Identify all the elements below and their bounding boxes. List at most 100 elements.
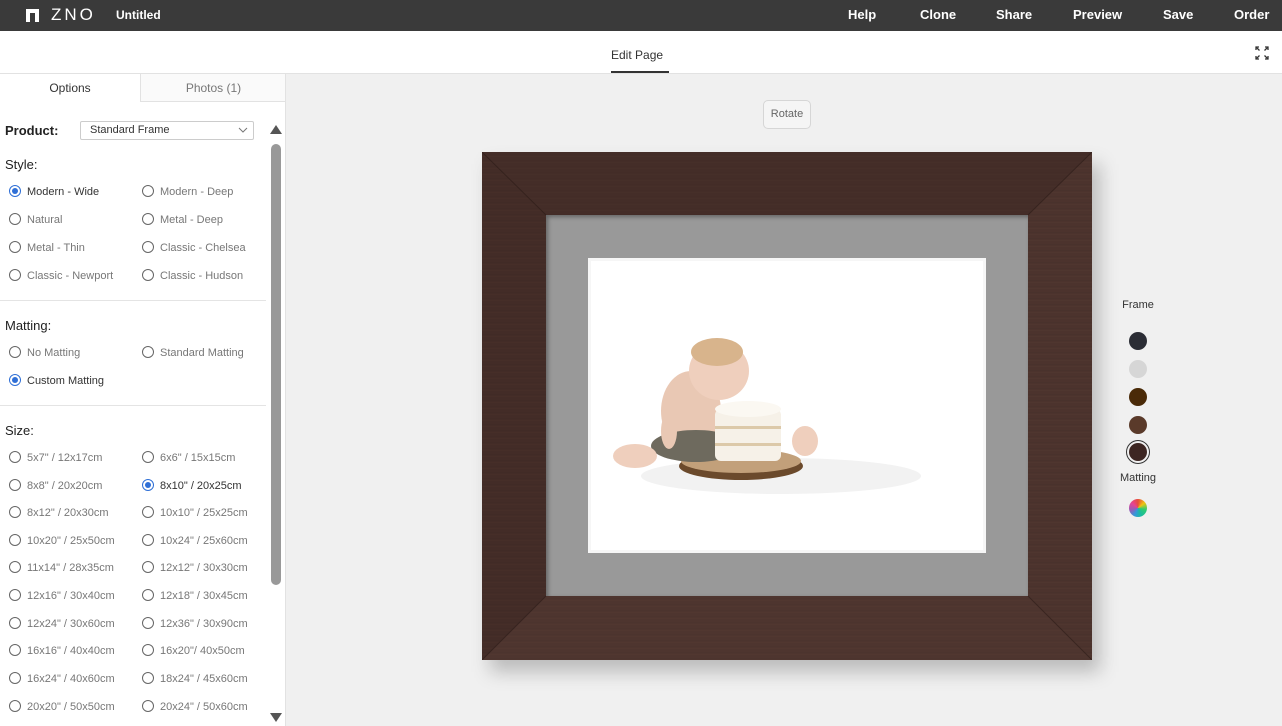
matting-color-picker[interactable] xyxy=(1129,499,1147,517)
radio-icon xyxy=(142,617,154,630)
size-option[interactable]: 20x24" / 50x60cm xyxy=(142,700,248,714)
preview-button[interactable]: Preview xyxy=(1073,7,1122,22)
size-option[interactable]: 16x24" / 40x60cm xyxy=(9,672,115,686)
frame-color-swatch[interactable] xyxy=(1129,443,1147,461)
options-panel: Options Photos (1) Product: Standard Fra… xyxy=(0,74,286,726)
fullscreen-icon[interactable] xyxy=(1254,45,1270,61)
radio-icon xyxy=(142,241,154,254)
size-option[interactable]: 12x16" / 30x40cm xyxy=(9,589,115,603)
style-option-modern-deep[interactable]: Modern - Deep xyxy=(142,185,233,199)
radio-icon xyxy=(9,700,21,713)
tab-underline xyxy=(611,71,669,73)
save-button[interactable]: Save xyxy=(1163,7,1193,22)
size-option[interactable]: 20x20" / 50x50cm xyxy=(9,700,115,714)
option-label: 16x20"/ 40x50cm xyxy=(160,645,245,657)
share-button[interactable]: Share xyxy=(996,7,1032,22)
option-label: 8x10" / 20x25cm xyxy=(160,480,242,492)
frame-color-swatch[interactable] xyxy=(1129,388,1147,406)
option-label: 12x18" / 30x45cm xyxy=(160,590,248,602)
rotate-button[interactable]: Rotate xyxy=(763,100,811,129)
size-option[interactable]: 12x36" / 30x90cm xyxy=(142,617,248,631)
option-label: 8x8" / 20x20cm xyxy=(27,480,103,492)
radio-icon xyxy=(142,213,154,226)
radio-icon xyxy=(142,672,154,685)
radio-icon xyxy=(142,185,154,198)
option-label: 5x7" / 12x17cm xyxy=(27,452,103,464)
radio-icon xyxy=(9,506,21,519)
option-label: Modern - Deep xyxy=(160,186,234,198)
radio-icon xyxy=(142,479,154,492)
option-label: 6x6" / 15x15cm xyxy=(160,452,236,464)
radio-icon xyxy=(9,561,21,574)
option-label: Natural xyxy=(27,214,63,226)
frame-colors-title: Frame xyxy=(1122,299,1154,311)
frame-color-swatch[interactable] xyxy=(1129,360,1147,378)
option-label: 12x16" / 30x40cm xyxy=(27,590,115,602)
size-option[interactable]: 12x12" / 30x30cm xyxy=(142,561,248,575)
style-option-metal-deep[interactable]: Metal - Deep xyxy=(142,213,223,227)
size-option[interactable]: 12x24" / 30x60cm xyxy=(9,617,115,631)
radio-icon xyxy=(9,185,21,198)
option-label: 8x12" / 20x30cm xyxy=(27,507,109,519)
tab-photos[interactable]: Photos (1) xyxy=(140,74,285,102)
logo-text: ZNO xyxy=(51,5,96,24)
style-option-classic-newport[interactable]: Classic - Newport xyxy=(9,269,113,283)
size-option[interactable]: 16x20"/ 40x50cm xyxy=(142,644,245,658)
option-label: 20x24" / 50x60cm xyxy=(160,701,248,713)
clone-button[interactable]: Clone xyxy=(920,7,956,22)
size-option[interactable]: 16x16" / 40x40cm xyxy=(9,644,115,658)
style-option-modern-wide[interactable]: Modern - Wide xyxy=(9,185,99,199)
size-option[interactable]: 6x6" / 15x15cm xyxy=(142,451,235,465)
scroll-down-icon[interactable] xyxy=(270,713,282,723)
matting-label: Matting: xyxy=(5,318,52,333)
radio-icon xyxy=(9,451,21,464)
radio-icon xyxy=(9,346,21,359)
frame-color-swatch[interactable] xyxy=(1129,416,1147,434)
size-option[interactable]: 5x7" / 12x17cm xyxy=(9,451,102,465)
option-label: Classic - Chelsea xyxy=(160,242,246,254)
style-option-metal-thin[interactable]: Metal - Thin xyxy=(9,241,85,255)
frame-color-swatch[interactable] xyxy=(1129,332,1147,350)
product-select[interactable]: Standard Frame xyxy=(80,121,254,140)
size-option-selected[interactable]: 8x10" / 20x25cm xyxy=(142,479,242,493)
size-option[interactable]: 10x10" / 25x25cm xyxy=(142,506,248,520)
style-option-classic-hudson[interactable]: Classic - Hudson xyxy=(142,269,243,283)
option-label: Classic - Hudson xyxy=(160,270,244,282)
size-option[interactable]: 10x24" / 25x60cm xyxy=(142,534,248,548)
size-option[interactable]: 18x24" / 45x60cm xyxy=(142,672,248,686)
scrollbar-thumb[interactable] xyxy=(271,144,281,585)
scroll-up-icon[interactable] xyxy=(270,124,282,134)
order-button[interactable]: Order xyxy=(1234,7,1269,22)
matting-option-standard[interactable]: Standard Matting xyxy=(142,346,244,360)
option-label: 11x14" / 28x35cm xyxy=(27,562,114,574)
size-option[interactable]: 10x20" / 25x50cm xyxy=(9,534,115,548)
chevron-down-icon xyxy=(238,127,248,133)
size-option[interactable]: 12x18" / 30x45cm xyxy=(142,589,248,603)
matting-option-none[interactable]: No Matting xyxy=(9,346,80,360)
option-label: 16x16" / 40x40cm xyxy=(27,645,115,657)
option-label: 16x24" / 40x60cm xyxy=(27,673,115,685)
help-button[interactable]: Help xyxy=(848,7,876,22)
radio-icon xyxy=(142,534,154,547)
photo-image[interactable] xyxy=(588,258,986,553)
option-label: Custom Matting xyxy=(27,375,105,387)
tab-edit-page[interactable]: Edit Page xyxy=(611,48,663,62)
size-option[interactable]: 11x14" / 28x35cm xyxy=(9,561,114,575)
option-label: 12x12" / 30x30cm xyxy=(160,562,248,574)
style-option-natural[interactable]: Natural xyxy=(9,213,62,227)
matting-option-custom[interactable]: Custom Matting xyxy=(9,374,104,388)
radio-icon xyxy=(9,672,21,685)
tab-options[interactable]: Options xyxy=(0,74,140,102)
product-select-value: Standard Frame xyxy=(90,124,170,136)
size-option[interactable]: 8x12" / 20x30cm xyxy=(9,506,109,520)
radio-icon xyxy=(142,269,154,282)
divider xyxy=(0,405,266,406)
option-label: 20x20" / 50x50cm xyxy=(27,701,115,713)
sub-header: Edit Page xyxy=(0,31,1282,74)
option-label: 18x24" / 45x60cm xyxy=(160,673,248,685)
radio-icon xyxy=(142,451,154,464)
style-option-classic-chelsea[interactable]: Classic - Chelsea xyxy=(142,241,246,255)
size-option[interactable]: 8x8" / 20x20cm xyxy=(9,479,102,493)
zno-logo-icon xyxy=(26,9,39,22)
document-title[interactable]: Untitled xyxy=(116,8,161,22)
